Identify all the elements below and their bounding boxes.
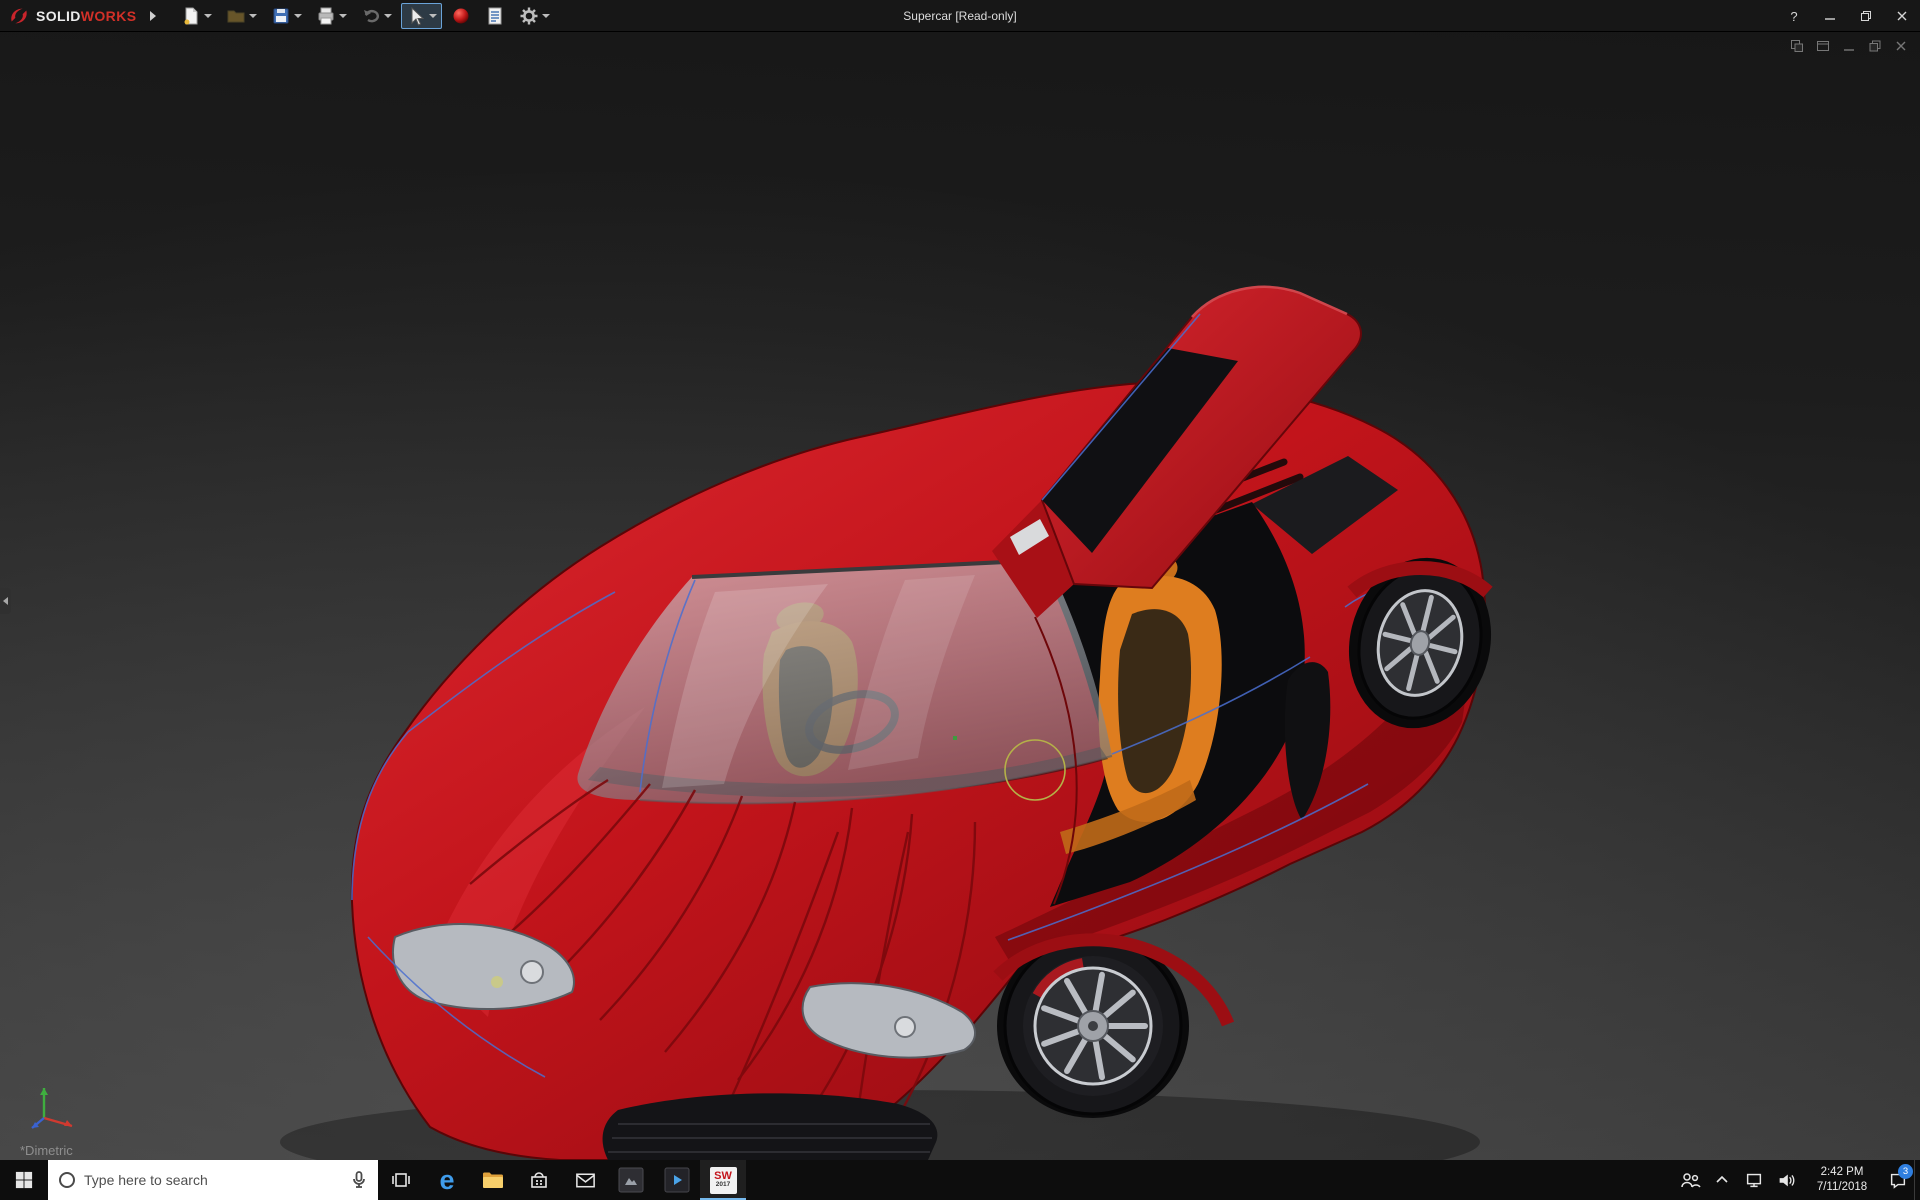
restore-icon [1860,10,1872,22]
mail-icon [574,1170,597,1190]
taskbar-search[interactable] [48,1160,378,1200]
network-icon [1744,1170,1764,1190]
action-center-button[interactable]: 3 [1882,1160,1914,1200]
solidworks-logo: SOLIDWORKS [0,0,144,31]
chevron-left-icon [3,597,8,605]
undo-button[interactable] [356,3,397,29]
dropdown-caret-icon[interactable] [294,14,302,18]
window-controls: ? [1776,0,1920,31]
dropdown-caret-icon[interactable] [542,14,550,18]
tray-date: 7/11/2018 [1817,1180,1867,1195]
windows-start-icon [15,1171,33,1189]
window-tile-button[interactable] [1815,38,1830,53]
task-view-icon [390,1170,412,1190]
network-button[interactable] [1738,1160,1770,1200]
doc-close-button[interactable] [1893,38,1908,53]
dropdown-caret-icon[interactable] [384,14,392,18]
show-desktop-button[interactable] [1914,1160,1920,1200]
close-icon [1896,10,1908,22]
window-title: Supercar [Read-only] [903,0,1016,32]
system-tray: 2:42 PM 7/11/2018 3 [1674,1160,1920,1200]
select-cursor-icon [406,6,426,26]
print-icon [316,6,336,26]
open-folder-icon [226,6,246,26]
menu-expander-arrow[interactable] [144,5,162,27]
pinned-app-1-button[interactable] [608,1160,654,1200]
taskbar: e [0,1160,1920,1200]
view-orientation-label: *Dimetric [20,1143,73,1158]
doc-restore-icon [1868,39,1882,53]
file-explorer-icon [481,1169,505,1191]
car-model[interactable] [0,32,1920,1160]
task-view-button[interactable] [378,1160,424,1200]
mail-button[interactable] [562,1160,608,1200]
chevron-up-icon [1714,1172,1730,1188]
print-button[interactable] [311,3,352,29]
taskbar-clock[interactable]: 2:42 PM 7/11/2018 [1802,1160,1882,1200]
pinned-app-icon-1 [618,1167,644,1193]
orientation-triad[interactable] [26,1076,82,1132]
store-button[interactable] [516,1160,562,1200]
dropdown-caret-icon[interactable] [339,14,347,18]
quick-access-toolbar [176,0,555,31]
solidworks-2017-icon: SW 2017 [710,1167,737,1194]
dropdown-caret-icon[interactable] [249,14,257,18]
graphics-area[interactable]: *Dimetric [0,32,1920,1160]
window-tile-icon [1816,39,1830,53]
new-document-button[interactable] [176,3,217,29]
solidworks-logo-icon [8,5,30,27]
open-button[interactable] [221,3,262,29]
chevron-right-icon [150,11,156,21]
edge-button[interactable]: e [424,1160,470,1200]
people-button[interactable] [1674,1160,1706,1200]
dropdown-caret-icon[interactable] [204,14,212,18]
doc-close-icon [1894,39,1908,53]
document-window-controls [1789,38,1908,53]
file-properties-icon [485,6,505,26]
options-button[interactable] [514,3,555,29]
new-document-icon [181,6,201,26]
file-explorer-button[interactable] [470,1160,516,1200]
solidworks-window: SOLIDWORKS [0,0,1920,1200]
doc-minimize-icon [1842,39,1856,53]
solidworks-2017-button[interactable]: SW 2017 [700,1160,746,1200]
hidden-icons-button[interactable] [1706,1160,1738,1200]
help-icon: ? [1790,9,1797,24]
window-switch-button[interactable] [1789,38,1804,53]
undo-icon [361,6,381,26]
rebuild-button[interactable] [446,3,476,29]
pinned-app-2-button[interactable] [654,1160,700,1200]
window-switch-icon [1790,39,1804,53]
select-button[interactable] [401,3,442,29]
notification-badge: 3 [1898,1164,1913,1179]
pinned-app-icon-2 [664,1167,690,1193]
solidworks-logo-text: SOLIDWORKS [36,8,136,24]
cortana-icon [58,1171,76,1189]
doc-restore-button[interactable] [1867,38,1882,53]
save-icon [271,6,291,26]
start-button[interactable] [0,1160,48,1200]
volume-button[interactable] [1770,1160,1802,1200]
minimize-icon [1824,10,1836,22]
doc-minimize-button[interactable] [1841,38,1856,53]
microphone-icon[interactable] [350,1170,368,1190]
feature-tree-flyout-tab[interactable] [0,588,11,614]
search-input[interactable] [84,1172,342,1188]
save-button[interactable] [266,3,307,29]
speaker-icon [1776,1170,1796,1190]
rebuild-sphere-icon [451,6,471,26]
tray-time: 2:42 PM [1821,1165,1864,1180]
people-icon [1679,1170,1701,1190]
close-button[interactable] [1884,0,1920,32]
store-icon [528,1169,550,1191]
restore-button[interactable] [1848,0,1884,32]
minimize-button[interactable] [1812,0,1848,32]
file-properties-button[interactable] [480,3,510,29]
edge-icon: e [439,1167,454,1194]
dropdown-caret-icon[interactable] [429,14,437,18]
titlebar: SOLIDWORKS [0,0,1920,32]
gear-icon [519,6,539,26]
help-button[interactable]: ? [1776,0,1812,32]
